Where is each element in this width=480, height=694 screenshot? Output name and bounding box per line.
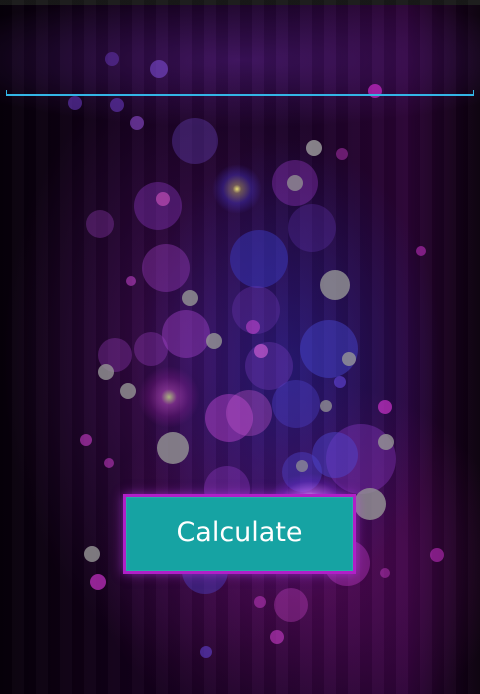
bokeh-bubble	[430, 548, 444, 562]
bokeh-bubble	[134, 332, 168, 366]
bokeh-bubble	[336, 148, 348, 160]
input-underline	[6, 90, 474, 96]
bokeh-bubble	[416, 246, 426, 256]
number-input-area	[6, 48, 474, 96]
bokeh-bubble	[90, 574, 106, 590]
bokeh-bubble	[104, 458, 114, 468]
bokeh-bubble	[226, 390, 272, 436]
bokeh-bubble	[334, 376, 346, 388]
bokeh-bubble	[342, 352, 356, 366]
bokeh-bubble	[300, 320, 358, 378]
bokeh-bubble	[270, 630, 284, 644]
bokeh-bubble	[120, 383, 136, 399]
number-input-field[interactable]	[6, 48, 474, 94]
app-screen: Calculate	[0, 0, 480, 694]
bokeh-bubble	[354, 488, 386, 520]
bokeh-bubble	[254, 344, 268, 358]
bokeh-bubble	[378, 434, 394, 450]
bokeh-bubble	[98, 364, 114, 380]
bokeh-bubble	[378, 400, 392, 414]
bokeh-bubble	[272, 380, 320, 428]
bokeh-bubble	[126, 276, 136, 286]
glow-light	[212, 164, 262, 214]
bokeh-bubble	[320, 270, 350, 300]
bokeh-bubble	[157, 432, 189, 464]
bokeh-bubble	[320, 400, 332, 412]
bokeh-bubble	[162, 310, 210, 358]
bokeh-bubble	[84, 546, 100, 562]
calculate-button[interactable]: Calculate	[123, 494, 356, 574]
bokeh-bubble	[134, 182, 182, 230]
bokeh-bubble	[110, 98, 124, 112]
bokeh-bubble	[288, 204, 336, 252]
glow-light	[138, 366, 200, 428]
bokeh-bubble	[246, 320, 260, 334]
bokeh-bubble	[206, 333, 222, 349]
bokeh-bubble	[380, 568, 390, 578]
bokeh-bubble	[80, 434, 92, 446]
bokeh-bubble	[287, 175, 303, 191]
bokeh-bubble	[274, 588, 308, 622]
bokeh-bubble	[306, 140, 322, 156]
bokeh-bubble	[200, 646, 212, 658]
bokeh-bubble	[182, 290, 198, 306]
bokeh-bubble	[156, 192, 170, 206]
bokeh-bubble	[68, 96, 82, 110]
bokeh-bubble	[172, 118, 218, 164]
bokeh-bubble	[230, 230, 288, 288]
bokeh-bubble	[130, 116, 144, 130]
bokeh-bubble	[296, 460, 308, 472]
bokeh-bubble	[254, 596, 266, 608]
bokeh-bubble	[86, 210, 114, 238]
bokeh-bubble	[142, 244, 190, 292]
